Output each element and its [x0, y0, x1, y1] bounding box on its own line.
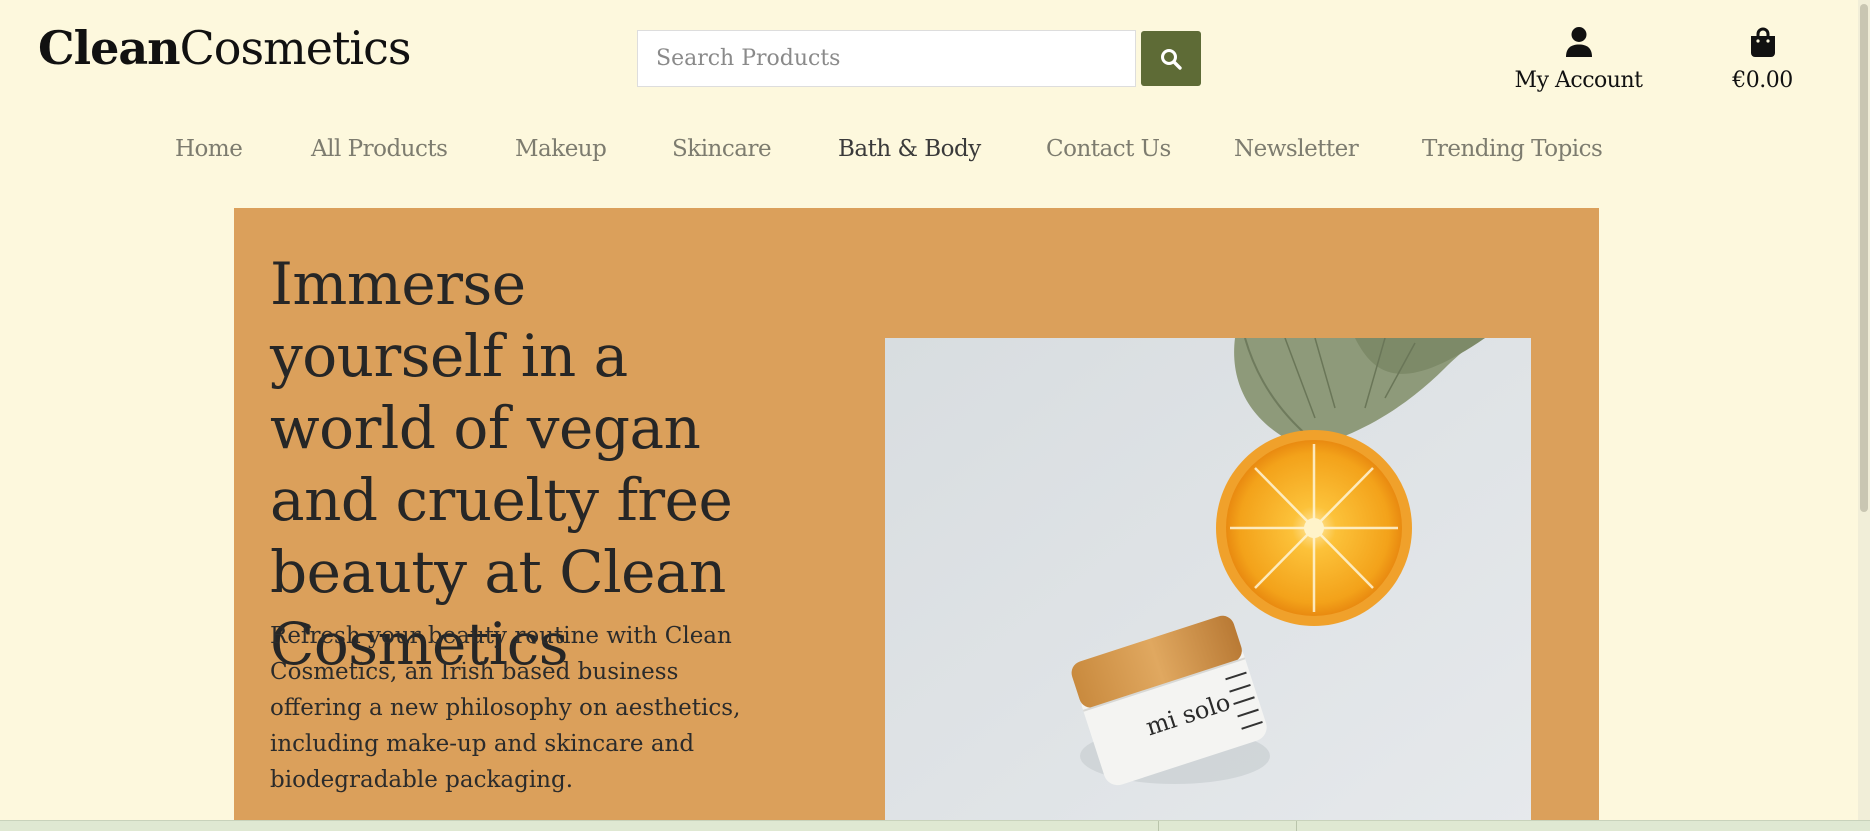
- nav-item-trending-topics[interactable]: Trending Topics: [1422, 136, 1603, 162]
- site-header: CleanCosmetics My Account €0.00: [0, 0, 1858, 100]
- hero-title: Immerse yourself in a world of vegan and…: [270, 250, 733, 678]
- strip-divider: [1158, 821, 1159, 831]
- search-form: [637, 30, 1201, 87]
- hero-banner: Immerse yourself in a world of vegan and…: [234, 208, 1599, 831]
- nav-item-all-products[interactable]: All Products: [311, 136, 448, 162]
- logo-light-text: Cosmetics: [179, 21, 412, 75]
- nav-item-skincare[interactable]: Skincare: [672, 136, 772, 162]
- scrollbar-thumb[interactable]: [1860, 4, 1868, 512]
- main-nav: Home All Products Makeup Skincare Bath &…: [0, 136, 1858, 176]
- bag-total: €0.00: [1732, 68, 1793, 93]
- strip-divider: [1296, 821, 1297, 831]
- search-icon: [1161, 48, 1182, 70]
- nav-item-newsletter[interactable]: Newsletter: [1234, 136, 1359, 162]
- search-button[interactable]: [1141, 31, 1201, 86]
- search-input[interactable]: [637, 30, 1136, 87]
- nav-item-bath-body[interactable]: Bath & Body: [838, 136, 981, 162]
- site-logo[interactable]: CleanCosmetics: [38, 18, 412, 78]
- nav-item-home[interactable]: Home: [175, 136, 243, 162]
- logo-bold-text: Clean: [38, 21, 181, 75]
- my-account-link[interactable]: My Account: [1506, 26, 1651, 93]
- my-account-label: My Account: [1514, 68, 1643, 93]
- page-scrollbar[interactable]: [1858, 0, 1870, 820]
- bottom-strip: [0, 820, 1870, 831]
- hero-description: Refresh your beauty routine with Clean C…: [270, 623, 741, 793]
- hero-product-image: mi solo: [885, 338, 1531, 831]
- user-icon: [1565, 27, 1592, 57]
- shopping-bag-icon: [1750, 27, 1775, 57]
- nav-item-makeup[interactable]: Makeup: [515, 136, 607, 162]
- shopping-bag-link[interactable]: €0.00: [1720, 26, 1805, 93]
- nav-item-contact-us[interactable]: Contact Us: [1046, 136, 1171, 162]
